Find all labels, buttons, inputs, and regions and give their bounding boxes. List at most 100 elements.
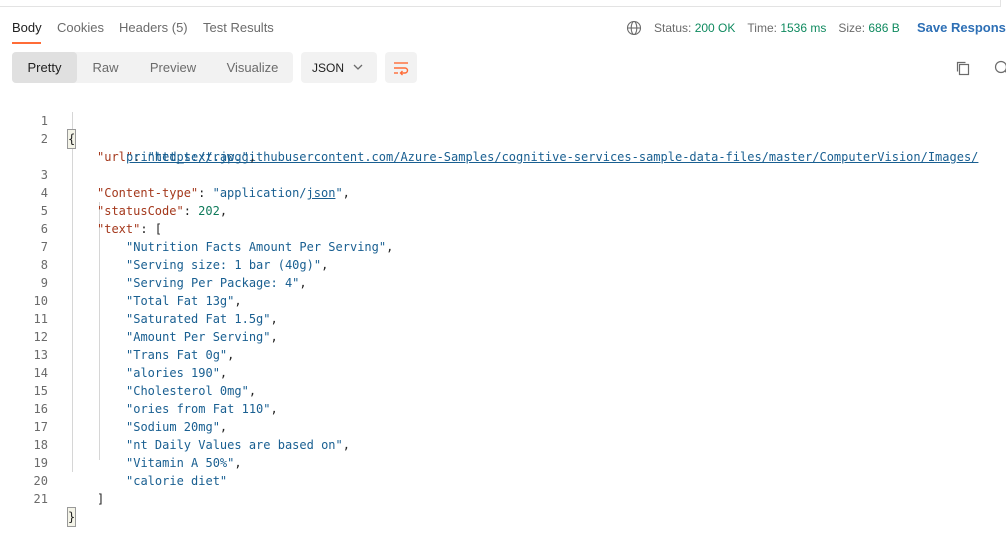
response-meta: Status: 200 OK Time: 1536 ms Size: 686 B [626, 20, 912, 36]
json-array-item: "Serving size: 1 bar (40g)", [126, 256, 328, 274]
json-string: " [335, 186, 342, 200]
json-string: "nt Daily Values are based on" [126, 438, 343, 452]
json-array-item: "calorie diet" [126, 472, 227, 490]
json-array-item: "ories from Fat 110", [126, 400, 278, 418]
json-string: "Nutrition Facts Amount Per Serving" [126, 240, 386, 254]
time-info: Time: 1536 ms [747, 21, 826, 35]
status-info: Status: 200 OK [654, 21, 735, 35]
code-line: 10 "Saturated Fat 1.5g", [0, 274, 29, 292]
json-content-type-line: "Content-type": "application/json", [97, 184, 350, 202]
tab-cookies[interactable]: Cookies [57, 20, 104, 35]
json-string: "ories from Fat 110" [126, 402, 271, 416]
json-url-value[interactable]: "https://raw.githubusercontent.com/Azure… [148, 150, 979, 164]
code-line: 17 "nt Daily Values are based on", [0, 400, 29, 418]
json-string: "Serving Per Package: 4" [126, 276, 299, 290]
code-line: 2 "url": "https://raw.githubusercontent.… [0, 112, 29, 130]
json-array-item: "Total Fat 13g", [126, 292, 242, 310]
format-select[interactable]: JSON [301, 52, 377, 83]
code-line: 5 "text": [ [0, 184, 29, 202]
code-line: 18 "Vitamin A 50%", [0, 418, 29, 436]
globe-icon[interactable] [626, 20, 642, 36]
search-icon[interactable] [994, 60, 1006, 76]
json-array-item: "alories 190", [126, 364, 227, 382]
chevron-down-icon [353, 63, 363, 71]
wrap-lines-button[interactable] [385, 52, 417, 83]
json-string: "calorie diet" [126, 474, 227, 488]
wrap-lines-icon [393, 60, 409, 76]
json-array-close: ] [97, 490, 104, 508]
code-line: 6 "Nutrition Facts Amount Per Serving", [0, 202, 29, 220]
code-line: 14 "Cholesterol 0mg", [0, 346, 29, 364]
json-string: "application/ [213, 186, 307, 200]
response-toolbar: Pretty Raw Preview Visualize JSON [0, 52, 1006, 84]
code-line: 21 } [0, 472, 29, 490]
copy-icon[interactable] [955, 60, 971, 76]
code-line: 8 "Serving Per Package: 4", [0, 238, 29, 256]
active-tab-indicator [12, 42, 41, 44]
code-line: 13 "alories 190", [0, 328, 29, 346]
size-label: Size: [838, 21, 865, 35]
json-string: "Vitamin A 50%" [126, 456, 234, 470]
json-array-item: "Serving Per Package: 4", [126, 274, 307, 292]
json-string: "Serving size: 1 bar (40g)" [126, 258, 321, 272]
json-array-item: "Trans Fat 0g", [126, 346, 234, 364]
json-url-continued: printed_text.jpg", [126, 148, 256, 166]
code-line: 16 "Sodium 20mg", [0, 382, 29, 400]
json-editor[interactable]: 1 { 2 "url": "https://raw.githubusercont… [0, 94, 1006, 494]
view-mode-raw[interactable]: Raw [77, 52, 134, 83]
time-label: Time: [747, 21, 777, 35]
json-string: "alories 190" [126, 366, 220, 380]
code-line: 12 "Trans Fat 0g", [0, 310, 29, 328]
json-string: "Amount Per Serving" [126, 330, 271, 344]
json-array-item: "Cholesterol 0mg", [126, 382, 256, 400]
json-string-link[interactable]: json [307, 186, 336, 200]
code-line: 1 { [0, 94, 29, 112]
json-array-item: "Nutrition Facts Amount Per Serving", [126, 238, 393, 256]
size-value: 686 B [868, 21, 899, 35]
indent-guide [99, 202, 100, 460]
tab-test-results[interactable]: Test Results [203, 20, 274, 35]
code-line: 20 ] [0, 454, 29, 472]
status-label: Status: [654, 21, 691, 35]
json-key: "statusCode" [97, 204, 184, 218]
json-string: "Total Fat 13g" [126, 294, 234, 308]
code-line: 11 "Amount Per Serving", [0, 292, 29, 310]
view-mode-preview[interactable]: Preview [134, 52, 212, 83]
json-array-item: "Sodium 20mg", [126, 418, 227, 436]
size-info: Size: 686 B [838, 21, 899, 35]
json-text-line: "text": [ [97, 220, 162, 238]
json-number: 202 [198, 204, 220, 218]
json-status-code-line: "statusCode": 202, [97, 202, 227, 220]
json-url-value-end[interactable]: printed_text.jpg" [126, 150, 249, 164]
view-mode-visualize[interactable]: Visualize [212, 52, 293, 83]
json-string: "Saturated Fat 1.5g" [126, 312, 271, 326]
json-open-brace: { [68, 130, 75, 148]
time-value: 1536 ms [780, 21, 826, 35]
code-line-wrapped: printed_text.jpg", [0, 130, 29, 148]
view-mode-group: Pretty Raw Preview Visualize [12, 52, 293, 83]
format-select-value: JSON [312, 61, 344, 75]
json-array-item: "Saturated Fat 1.5g", [126, 310, 278, 328]
top-divider [0, 0, 1001, 7]
json-string: "Cholesterol 0mg" [126, 384, 249, 398]
json-key: "text" [97, 222, 140, 236]
status-value: 200 OK [695, 21, 736, 35]
tab-headers[interactable]: Headers (5) [119, 20, 188, 35]
save-response-button[interactable]: Save Response [917, 20, 1006, 35]
code-line: 9 "Total Fat 13g", [0, 256, 29, 274]
json-array-item: "Vitamin A 50%", [126, 454, 242, 472]
code-line: 19 "calorie diet" [0, 436, 29, 454]
json-string: "Sodium 20mg" [126, 420, 220, 434]
line-number: 21 [0, 490, 48, 508]
indent-guide [72, 112, 73, 472]
json-key: "Content-type" [97, 186, 198, 200]
json-close-brace: } [68, 508, 75, 526]
code-line: 4 "statusCode": 202, [0, 166, 29, 184]
code-line: 3 "Content-type": "application/json", [0, 148, 29, 166]
tab-body[interactable]: Body [12, 20, 42, 35]
code-line: 15 "ories from Fat 110", [0, 364, 29, 382]
json-array-item: "Amount Per Serving", [126, 328, 278, 346]
view-mode-pretty[interactable]: Pretty [12, 52, 77, 83]
json-array-item: "nt Daily Values are based on", [126, 436, 350, 454]
code-line: 7 "Serving size: 1 bar (40g)", [0, 220, 29, 238]
